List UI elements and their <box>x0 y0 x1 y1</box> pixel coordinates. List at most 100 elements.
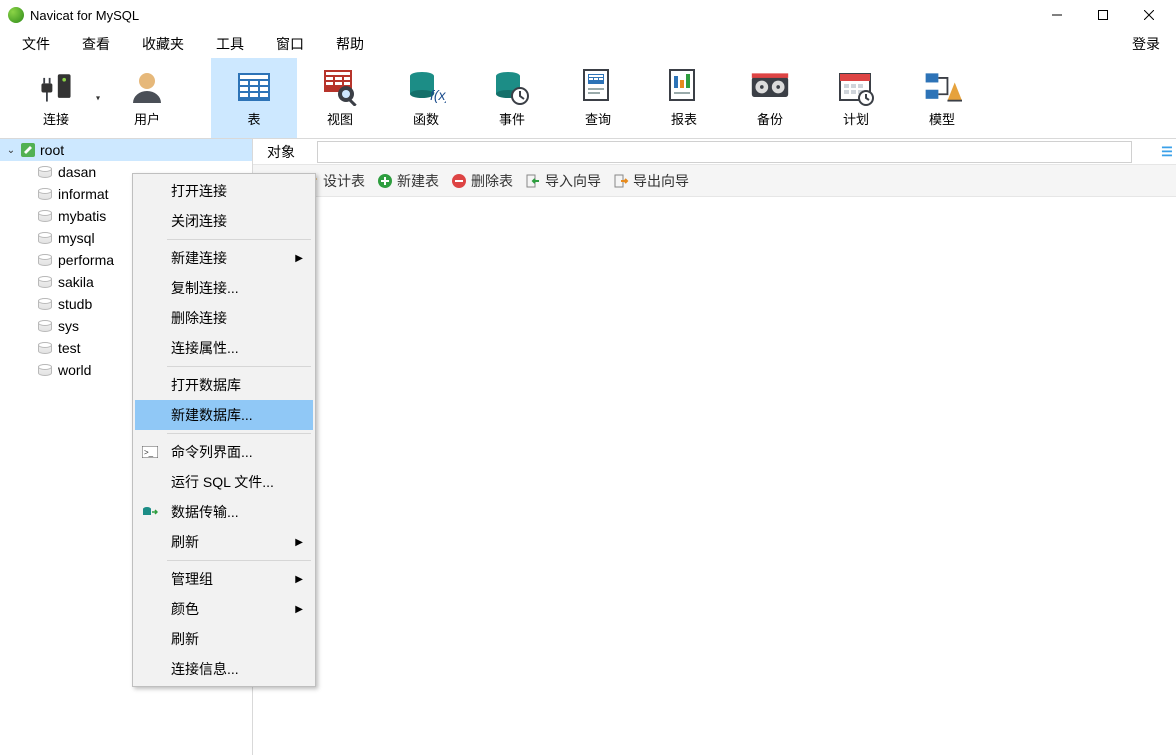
menu-window[interactable]: 窗口 <box>260 30 320 58</box>
database-icon <box>38 209 54 223</box>
ctx-open-connection-label: 打开连接 <box>171 181 227 201</box>
login-link[interactable]: 登录 <box>1122 30 1170 58</box>
menu-bar: 文件 查看 收藏夹 工具 窗口 帮助 登录 <box>0 30 1176 58</box>
toolbar-model-button[interactable]: 模型 <box>899 58 985 138</box>
menu-view[interactable]: 查看 <box>66 30 126 58</box>
toolbar-backup-button[interactable]: 备份 <box>727 58 813 138</box>
query-icon <box>578 67 618 107</box>
toolbar-user-label: 用户 <box>134 109 160 128</box>
ctx-manage-group[interactable]: 管理组▶ <box>135 564 313 594</box>
ctx-new-database[interactable]: 新建数据库... <box>135 400 313 430</box>
view-icon <box>320 67 360 107</box>
report-icon <box>664 67 704 107</box>
ctx-new-database-label: 新建数据库... <box>171 405 253 425</box>
ctx-run-sql[interactable]: 运行 SQL 文件... <box>135 467 313 497</box>
toolbar-report-label: 报表 <box>671 109 697 128</box>
toolbar-schedule-button[interactable]: 计划 <box>813 58 899 138</box>
database-label: mybatis <box>58 208 106 224</box>
ctx-data-transfer-label: 数据传输... <box>171 502 239 522</box>
ctx-open-database[interactable]: 打开数据库 <box>135 370 313 400</box>
close-button[interactable] <box>1126 0 1172 30</box>
ctx-duplicate-connection[interactable]: 复制连接... <box>135 273 313 303</box>
toolbar-view-label: 视图 <box>327 109 353 128</box>
export-icon <box>613 173 629 189</box>
ctx-connection-properties-label: 连接属性... <box>171 338 239 358</box>
ctx-data-transfer[interactable]: 数据传输... <box>135 497 313 527</box>
ctx-refresh2-label: 刷新 <box>171 629 199 649</box>
toolbar-backup-label: 备份 <box>757 109 783 128</box>
ctx-refresh[interactable]: 刷新▶ <box>135 527 313 557</box>
toolbar-event-label: 事件 <box>499 109 525 128</box>
ctx-close-connection[interactable]: 关闭连接 <box>135 206 313 236</box>
toolbar-user-button[interactable]: 用户 <box>104 58 190 138</box>
submenu-arrow-icon: ▶ <box>295 574 303 585</box>
menu-help[interactable]: 帮助 <box>320 30 380 58</box>
toolbar-report-button[interactable]: 报表 <box>641 58 727 138</box>
toolbar-view-button[interactable]: 视图 <box>297 58 383 138</box>
ctx-run-sql-label: 运行 SQL 文件... <box>171 472 274 492</box>
database-label: world <box>58 362 91 378</box>
database-icon <box>38 165 54 179</box>
submenu-arrow-icon: ▶ <box>295 253 303 264</box>
database-icon <box>38 341 54 355</box>
toolbar-table-button[interactable]: 表 <box>211 58 297 138</box>
submenu-arrow-icon: ▶ <box>295 604 303 615</box>
plug-server-icon <box>36 67 76 107</box>
toolbar-model-label: 模型 <box>929 109 955 128</box>
object-area: 对象 ☰ 表 设计表 新建表 删除表 导入向导 <box>253 139 1176 755</box>
search-input[interactable] <box>317 141 1132 163</box>
ctx-close-connection-label: 关闭连接 <box>171 211 227 231</box>
menu-favorites[interactable]: 收藏夹 <box>126 30 200 58</box>
toolbar-function-label: 函数 <box>413 109 439 128</box>
import-icon <box>525 173 541 189</box>
ctx-delete-connection-label: 删除连接 <box>171 308 227 328</box>
ctx-console[interactable]: >_ 命令列界面... <box>135 437 313 467</box>
toolbar-connection-button[interactable]: 连接 ▾ <box>8 58 104 138</box>
toolbar-function-button[interactable]: f(x) 函数 <box>383 58 469 138</box>
ctx-separator <box>167 560 311 561</box>
subbtn-export[interactable]: 导出向导 <box>613 171 689 191</box>
database-label: dasan <box>58 164 96 180</box>
console-icon: >_ <box>141 443 159 461</box>
maximize-button[interactable] <box>1080 0 1126 30</box>
database-label: mysql <box>58 230 95 246</box>
menu-tools[interactable]: 工具 <box>200 30 260 58</box>
expand-toggle-icon[interactable]: ⌄ <box>6 145 16 156</box>
event-icon <box>492 67 532 107</box>
minimize-button[interactable] <box>1034 0 1080 30</box>
subbtn-delete-table-label: 删除表 <box>471 171 513 191</box>
database-label: studb <box>58 296 92 312</box>
ctx-new-connection[interactable]: 新建连接▶ <box>135 243 313 273</box>
ctx-color[interactable]: 颜色▶ <box>135 594 313 624</box>
database-icon <box>38 231 54 245</box>
ctx-connection-info[interactable]: 连接信息... <box>135 654 313 684</box>
dropdown-arrow-icon[interactable]: ▾ <box>96 94 100 103</box>
subbtn-new-table[interactable]: 新建表 <box>377 171 439 191</box>
view-mode-icon-a[interactable]: ☰ <box>1158 144 1176 160</box>
ctx-delete-connection[interactable]: 删除连接 <box>135 303 313 333</box>
toolbar-event-button[interactable]: 事件 <box>469 58 555 138</box>
plus-icon <box>377 173 393 189</box>
context-menu: 打开连接 关闭连接 新建连接▶ 复制连接... 删除连接 连接属性... 打开数… <box>132 173 316 687</box>
toolbar-query-button[interactable]: 查询 <box>555 58 641 138</box>
subbtn-import[interactable]: 导入向导 <box>525 171 601 191</box>
menu-file[interactable]: 文件 <box>6 30 66 58</box>
main-toolbar: 连接 ▾ 用户 表 视图 f(x) 函数 <box>0 58 1176 138</box>
database-icon <box>38 297 54 311</box>
ctx-separator <box>167 366 311 367</box>
toolbar-table-label: 表 <box>247 109 260 128</box>
ctx-refresh2[interactable]: 刷新 <box>135 624 313 654</box>
ctx-open-database-label: 打开数据库 <box>171 375 241 395</box>
model-icon <box>922 67 962 107</box>
subbtn-design-table-label: 设计表 <box>323 171 365 191</box>
toolbar-connection-label: 连接 <box>43 109 69 128</box>
object-tab[interactable]: 对象 <box>253 138 309 166</box>
database-label: test <box>58 340 81 356</box>
subbtn-export-label: 导出向导 <box>633 171 689 191</box>
object-sub-toolbar: 表 设计表 新建表 删除表 导入向导 导出向导 <box>253 165 1176 197</box>
ctx-open-connection[interactable]: 打开连接 <box>135 176 313 206</box>
connection-node-root[interactable]: ⌄ root <box>0 139 252 161</box>
data-transfer-icon <box>141 503 159 521</box>
subbtn-delete-table[interactable]: 删除表 <box>451 171 513 191</box>
ctx-connection-properties[interactable]: 连接属性... <box>135 333 313 363</box>
